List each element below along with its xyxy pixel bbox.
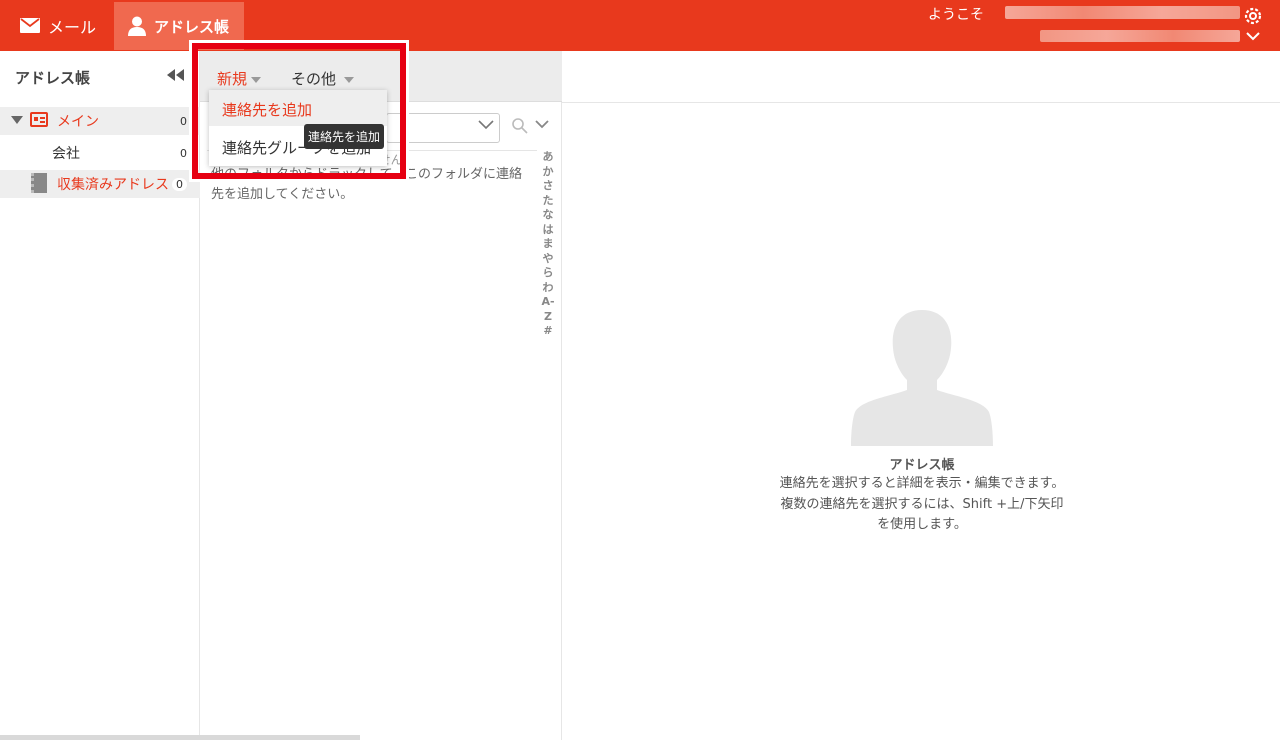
- item-count: 0: [180, 146, 187, 160]
- gear-icon[interactable]: [1244, 7, 1262, 25]
- sidebar-item-label: メイン: [57, 114, 99, 130]
- sidebar-item-collected[interactable]: 収集済みアドレス 0: [0, 170, 200, 198]
- contact-placeholder-icon: [851, 310, 993, 446]
- collapse-sidebar-icon[interactable]: [166, 69, 186, 81]
- index-ra[interactable]: ら: [538, 266, 558, 281]
- search-icon[interactable]: [511, 117, 529, 135]
- mail-icon: [20, 18, 40, 33]
- item-count: 0: [172, 177, 187, 191]
- kana-index-bar[interactable]: あ か さ た な は ま や ら わ A-Z #: [538, 150, 558, 339]
- sidebar-item-company[interactable]: 会社 0: [0, 139, 200, 167]
- detail-description: 連絡先を選択すると詳細を表示・編集できます。 複数の連絡先を選択するには、Shi…: [779, 476, 1065, 532]
- chevron-down-icon[interactable]: [1246, 31, 1260, 41]
- addressbook-sidebar: アドレス帳 メイン 0 会社 0 収集済みアドレス 0: [0, 51, 200, 740]
- index-sa[interactable]: さ: [538, 179, 558, 194]
- blurred-username: [1005, 6, 1240, 19]
- highlight-frame: [189, 40, 409, 182]
- nav-mail-label: メール: [48, 17, 97, 37]
- index-az[interactable]: A-Z: [538, 295, 558, 324]
- item-count: 0: [180, 114, 187, 128]
- nav-addressbook-label: アドレス帳: [154, 17, 230, 36]
- chevron-down-icon[interactable]: [477, 119, 495, 131]
- expand-triangle-icon[interactable]: [11, 116, 23, 124]
- index-ka[interactable]: か: [538, 165, 558, 180]
- detail-divider: [562, 102, 1280, 103]
- index-ta[interactable]: た: [538, 194, 558, 209]
- addressbook-icon: [30, 112, 48, 127]
- index-ya[interactable]: や: [538, 252, 558, 267]
- search-options-icon[interactable]: [534, 119, 550, 131]
- horizontal-scrollbar[interactable]: [0, 735, 360, 740]
- welcome-label: ようこそ: [928, 7, 984, 23]
- sidebar-item-label: 収集済みアドレス: [57, 177, 169, 193]
- sidebar-item-main[interactable]: メイン 0: [0, 107, 200, 135]
- index-na[interactable]: な: [538, 208, 558, 223]
- nav-mail-tab[interactable]: メール: [10, 0, 110, 51]
- person-icon: [128, 16, 146, 36]
- index-ha[interactable]: は: [538, 223, 558, 238]
- index-hash[interactable]: #: [538, 324, 558, 339]
- index-ma[interactable]: ま: [538, 237, 558, 252]
- blurred-email: [1040, 30, 1240, 42]
- notebook-icon: [31, 173, 47, 193]
- detail-title: アドレス帳: [889, 458, 955, 473]
- sidebar-title: アドレス帳: [15, 69, 91, 87]
- sidebar-item-label: 会社: [52, 146, 80, 162]
- index-wa[interactable]: わ: [538, 281, 558, 296]
- index-a[interactable]: あ: [538, 150, 558, 165]
